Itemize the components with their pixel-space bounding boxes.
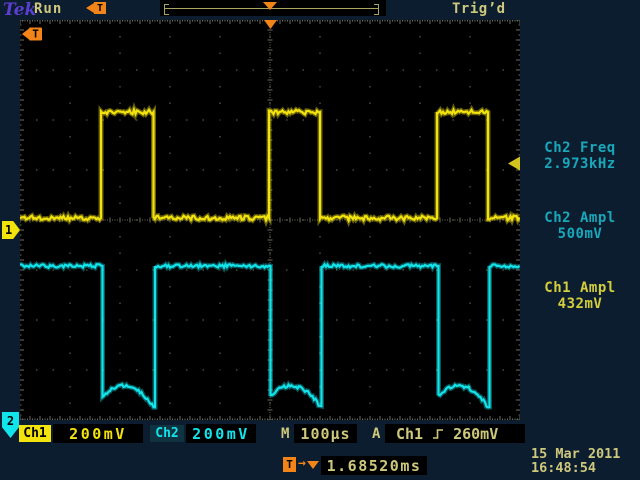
delay-triangle-icon <box>307 461 319 469</box>
record-view-left-bracket-icon <box>164 4 169 15</box>
record-view-strip <box>160 0 386 16</box>
measurement-label: Ch1 Ampl <box>524 281 636 297</box>
time-readout: 16:48:54 <box>531 460 596 476</box>
ch2-badge: Ch2 <box>150 425 184 442</box>
trigger-position-t-icon: T <box>94 2 106 14</box>
graticule-t-icon-label: T <box>32 28 39 41</box>
ch1-badge: Ch1 <box>19 425 51 442</box>
delay-t-icon: T <box>283 457 296 472</box>
delay-arrow-icon: → <box>298 456 306 471</box>
trigger-level: 260mV <box>453 425 498 443</box>
measurement-value: 500mV <box>524 227 636 243</box>
ch2-ground-marker: 2 <box>2 412 19 438</box>
acquisition-status: Run <box>34 1 62 17</box>
trigger-status: Trig’d <box>452 1 506 17</box>
ch1-scale-readout: 200mV <box>53 424 143 443</box>
measurement-label: Ch2 Ampl <box>524 211 636 227</box>
rising-edge-icon <box>432 427 444 441</box>
measurement-ch2-ampl: Ch2 Ampl 500mV <box>524 211 636 242</box>
ch2-marker-label: 2 <box>7 414 14 438</box>
ch2-scale-readout: 200mV <box>186 424 256 443</box>
measurement-value: 432mV <box>524 297 636 313</box>
graticule: T <box>20 20 520 420</box>
ch1-ground-marker: 1 <box>2 221 20 239</box>
oscilloscope-screen: Tek Run T Trig’d T 1 2 Ch2 Freq 2.973kHz… <box>0 0 640 480</box>
waveform-display: T <box>20 20 520 420</box>
trigger-source: Ch1 <box>396 425 423 443</box>
ch1-waveform-trace <box>20 110 520 221</box>
record-trigger-position-icon <box>263 2 277 10</box>
measurement-ch1-ampl: Ch1 Ampl 432mV <box>524 281 636 312</box>
trigger-badge: A <box>372 426 380 442</box>
measurement-value: 2.973kHz <box>524 157 636 173</box>
trigger-position-marker-icon <box>264 20 277 29</box>
measurement-label: Ch2 Freq <box>524 141 636 157</box>
ch2-waveform-trace <box>20 264 520 407</box>
record-view-right-bracket-icon <box>374 4 379 15</box>
tek-logo: Tek <box>3 0 36 20</box>
ch1-marker-label: 1 <box>5 223 12 237</box>
trigger-position-left-arrow-icon <box>86 3 94 13</box>
horizontal-badge: M <box>281 426 289 442</box>
measurement-ch2-freq: Ch2 Freq 2.973kHz <box>524 141 636 172</box>
trigger-delay-readout: 1.68520ms <box>321 456 427 475</box>
horizontal-scale-readout: 100µs <box>294 424 357 443</box>
trigger-readout: Ch1 260mV <box>385 424 525 443</box>
trigger-level-arrow-icon <box>508 157 520 171</box>
